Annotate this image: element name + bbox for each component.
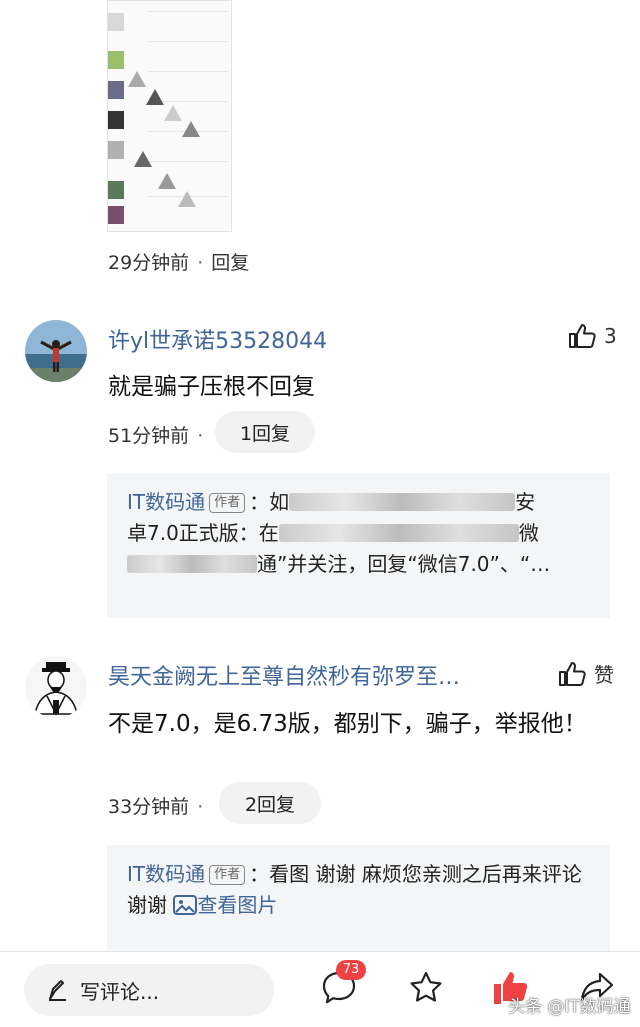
blurred-text [289,493,516,511]
replies-button[interactable]: 2回复 [219,782,321,824]
blurred-text [278,524,519,542]
avatar-photo [25,320,87,382]
like-label: 赞 [594,663,614,687]
reply-author[interactable]: IT数码通 [127,490,205,514]
top-comment-meta: 29分钟前 · 回复 [108,252,250,274]
comment-text: 不是7.0，是6.73版，都别下，骗子，举报他！ [108,711,587,737]
view-image-label: 查看图片 [197,893,278,917]
comment-image-thumbnail[interactable] [107,0,232,232]
blurred-text [127,555,257,573]
view-image-link[interactable]: 查看图片 [173,893,277,917]
username[interactable]: 许yl世承诺53528044 [108,323,327,355]
comment-time: 51分钟前 [108,425,190,447]
like-button[interactable]: 赞 [558,659,614,688]
star-icon[interactable] [408,970,444,1006]
replies-button[interactable]: 1回复 [215,411,315,453]
comment-time: 33分钟前 [108,796,190,818]
comment-placeholder: 写评论... [80,979,160,1004]
username[interactable]: 昊天金阙无上至尊自然秒有弥罗至… [108,659,460,691]
comment-meta: 33分钟前 · [108,796,204,818]
comment-meta: 51分钟前 · [108,425,204,447]
reply-text-part: 卓7.0正式版：在 [127,521,279,545]
reply-text-part: 微 [518,521,539,545]
like-count: 3 [604,324,617,348]
author-reply-box[interactable]: IT数码通 作者 ：看图 谢谢 麻烦您亲测之后再来评论 谢谢 查看图片 [107,845,610,955]
author-reply-box[interactable]: IT数码通 作者 ：如 安 卓7.0正式版：在 微 通”并关注，回复“微信7.0”、“… [107,473,610,618]
thumbs-up-icon [559,661,586,686]
reply-author[interactable]: IT数码通 [127,862,205,886]
reply-text-part: ：如 [249,490,290,514]
comment-count-badge: 73 [336,960,366,980]
avatar[interactable] [25,320,87,382]
write-comment-input[interactable]: 写评论... [24,964,274,1016]
pencil-icon [49,980,66,1001]
image-icon [173,895,198,915]
reply-link[interactable]: 回复 [211,252,249,274]
comment-time: 29分钟前 [108,252,190,274]
like-button[interactable]: 3 [568,323,617,349]
avatar-illustration [25,656,87,718]
avatar[interactable] [25,656,87,718]
watermark-text: 头条 @IT数码通 [508,997,631,1017]
comment-text: 就是骗子压根不回复 [108,374,315,400]
author-badge: 作者 [209,493,246,513]
reply-text-part: 安 [515,490,536,514]
thumbs-up-icon [569,324,596,348]
author-badge: 作者 [209,865,246,885]
reply-text-part: 通”并关注，回复“微信7.0”、“… [257,552,551,576]
